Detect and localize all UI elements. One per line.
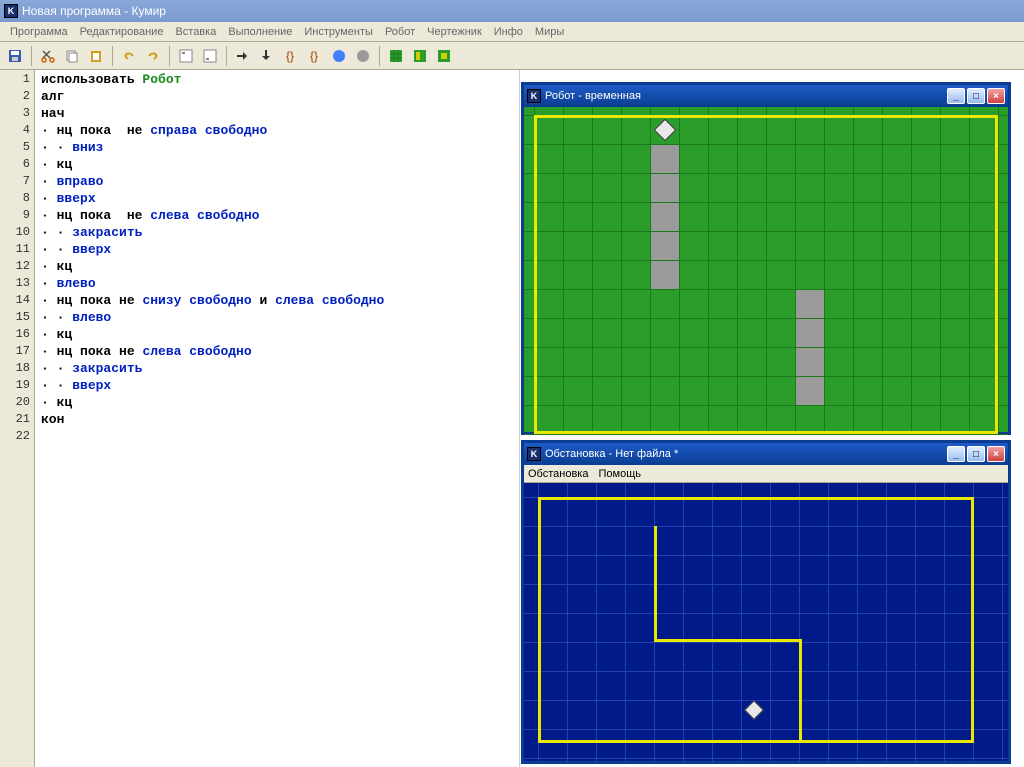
brace-open-icon[interactable]: {}	[280, 45, 302, 67]
grid1-icon[interactable]	[385, 45, 407, 67]
wall	[654, 526, 657, 642]
env-window-title: Обстановка - Нет файла *	[545, 448, 947, 460]
grid2-icon[interactable]	[409, 45, 431, 67]
wall	[654, 639, 802, 642]
main-toolbar: {} {}	[0, 42, 1024, 70]
main-titlebar: K Новая программа - Кумир	[0, 0, 1024, 22]
svg-text:{}: {}	[286, 49, 294, 63]
main-menubar: ПрограммаРедактированиеВставкаВыполнение…	[0, 22, 1024, 42]
app-icon: K	[527, 89, 541, 103]
wall	[799, 639, 802, 742]
paste-icon[interactable]	[85, 45, 107, 67]
stop-icon[interactable]	[352, 45, 374, 67]
line-gutter: 12345678910111213141516171819202122	[0, 70, 35, 767]
env-menubar: Обстановка Помощь	[524, 465, 1008, 483]
robot-canvas[interactable]	[524, 107, 1008, 432]
wall	[538, 740, 974, 743]
step-over-icon[interactable]	[256, 45, 278, 67]
env-canvas[interactable]	[524, 483, 1008, 761]
save-icon[interactable]	[4, 45, 26, 67]
copy-icon[interactable]	[61, 45, 83, 67]
menu-item[interactable]: Обстановка	[528, 468, 588, 480]
menu-item[interactable]: Миры	[529, 24, 570, 40]
maximize-button[interactable]: □	[967, 446, 985, 462]
main-title: Новая программа - Кумир	[22, 4, 166, 18]
step-in-icon[interactable]	[232, 45, 254, 67]
menu-item[interactable]: Редактирование	[74, 24, 170, 40]
svg-text:{}: {}	[310, 49, 318, 63]
wall	[538, 497, 974, 500]
menu-item[interactable]: Программа	[4, 24, 74, 40]
menu-item[interactable]: Инфо	[488, 24, 529, 40]
grid3-icon[interactable]	[433, 45, 455, 67]
wall	[538, 497, 541, 743]
brace-close-icon[interactable]: {}	[304, 45, 326, 67]
robot-window[interactable]: K Робот - временная _ □ ×	[521, 82, 1011, 435]
close-button[interactable]: ×	[987, 88, 1005, 104]
menu-item[interactable]: Инструменты	[298, 24, 379, 40]
app-icon: K	[527, 447, 541, 461]
robot-window-title: Робот - временная	[545, 90, 947, 102]
wall	[971, 497, 974, 743]
redo-icon[interactable]	[142, 45, 164, 67]
robot-marker	[744, 700, 764, 720]
menu-item[interactable]: Помощь	[598, 468, 641, 480]
env-titlebar[interactable]: K Обстановка - Нет файла * _ □ ×	[524, 443, 1008, 465]
run-icon[interactable]	[328, 45, 350, 67]
program-icon[interactable]	[175, 45, 197, 67]
code-area[interactable]: использовать Роботалгнач· нц пока не спр…	[35, 70, 519, 767]
environment-window[interactable]: K Обстановка - Нет файла * _ □ × Обстано…	[521, 440, 1011, 764]
workspace: 12345678910111213141516171819202122 испо…	[0, 70, 1024, 767]
menu-item[interactable]: Выполнение	[222, 24, 298, 40]
close-button[interactable]: ×	[987, 446, 1005, 462]
app-icon: K	[4, 4, 18, 18]
menu-item[interactable]: Вставка	[169, 24, 222, 40]
code-editor[interactable]: 12345678910111213141516171819202122 испо…	[0, 70, 520, 767]
menu-item[interactable]: Робот	[379, 24, 421, 40]
menu-item[interactable]: Чертежник	[421, 24, 488, 40]
minimize-button[interactable]: _	[947, 88, 965, 104]
cut-icon[interactable]	[37, 45, 59, 67]
minimize-button[interactable]: _	[947, 446, 965, 462]
robot-titlebar[interactable]: K Робот - временная _ □ ×	[524, 85, 1008, 107]
undo-icon[interactable]	[118, 45, 140, 67]
maximize-button[interactable]: □	[967, 88, 985, 104]
execute-icon[interactable]	[199, 45, 221, 67]
